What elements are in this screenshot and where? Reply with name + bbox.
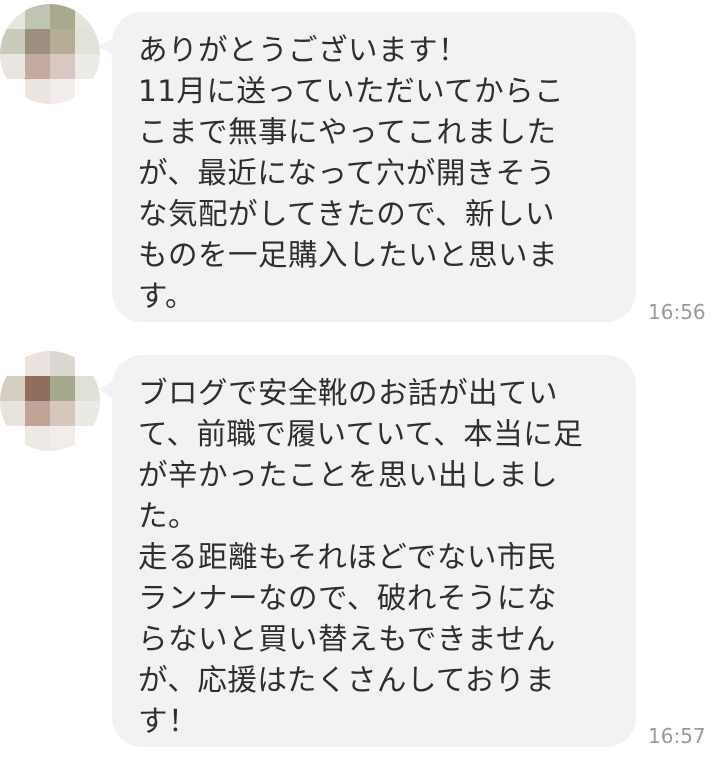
message-line: た。 [138,499,199,533]
message-bubble[interactable]: ありがとうございます！ 11月に送っていただいてからこ こまで無事にやってこれま… [112,12,636,322]
message-row: ブログで安全靴のお話が出てい て、前職で履いていて、本当に足 が辛かったことを思… [0,345,720,765]
avatar-pixel [75,401,100,426]
message-line: な気配がしてきたので、新しい [138,197,556,231]
avatar-pixel [75,29,100,54]
avatar-pixel [25,401,50,426]
avatar[interactable] [0,4,100,104]
avatar-pixel [50,351,75,376]
avatar-pixel [75,351,100,376]
avatar-pixel [0,4,25,29]
avatar-pixel [50,401,75,426]
message-line: す。 [138,279,196,313]
avatar-pixel [25,376,50,401]
message-line: ものを一足購入したいと思いま [138,238,559,272]
avatar-pixel [25,426,50,451]
avatar[interactable] [0,351,100,451]
avatar-pixel [75,54,100,79]
avatar-pixel [0,54,25,79]
chat-thread: ありがとうございます！ 11月に送っていただいてからこ こまで無事にやってこれま… [0,0,720,769]
avatar-pixel [25,29,50,54]
avatar-pixel [75,4,100,29]
message-line: ありがとうございます！ [138,33,469,67]
message-line: が、応援はたくさんしておりま [138,663,556,697]
message-timestamp: 16:57 [648,724,706,748]
message-line: て、前職で履いていて、本当に足 [138,417,584,451]
message-line: らないと買い替えもできません [138,622,556,656]
avatar-pixel [0,376,25,401]
message-bubble-wrap: ブログで安全靴のお話が出てい て、前職で履いていて、本当に足 が辛かったことを思… [98,355,636,747]
message-row: ありがとうございます！ 11月に送っていただいてからこ こまで無事にやってこれま… [0,0,720,340]
avatar-pixel [50,54,75,79]
avatar-pixel [0,426,25,451]
avatar-pixel [0,29,25,54]
message-bubble-wrap: ありがとうございます！ 11月に送っていただいてからこ こまで無事にやってこれま… [98,12,636,322]
avatar-pixel [75,376,100,401]
message-line: 走る距離もそれほどでない市民 [138,540,557,574]
message-line: こまで無事にやってこれました [138,115,557,149]
avatar-pixel [75,426,100,451]
avatar-pixel [50,79,75,104]
avatar-pixel [25,79,50,104]
avatar-pixel [50,426,75,451]
message-line: 11月に送っていただいてからこ [138,74,565,108]
message-line: ブログで安全靴のお話が出てい [138,376,559,410]
avatar-pixel [0,351,25,376]
bubble-tail [98,38,114,56]
message-line: ランナーなので、破れそうにな [138,581,557,615]
bubble-tail [98,381,114,399]
message-bubble[interactable]: ブログで安全靴のお話が出てい て、前職で履いていて、本当に足 が辛かったことを思… [112,355,636,747]
avatar-pixel [25,4,50,29]
avatar-pixel [50,4,75,29]
avatar-pixel [0,401,25,426]
avatar-pixel [25,54,50,79]
message-line: が、最近になって穴が開きそう [138,156,556,190]
avatar-pixel [25,351,50,376]
avatar-pixel [75,79,100,104]
avatar-pixel [0,79,25,104]
avatar-pixel [50,376,75,401]
message-line: す！ [138,704,199,738]
message-line: が辛かったことを思い出しまし [138,458,559,492]
message-timestamp: 16:56 [648,300,706,324]
avatar-pixel [50,29,75,54]
